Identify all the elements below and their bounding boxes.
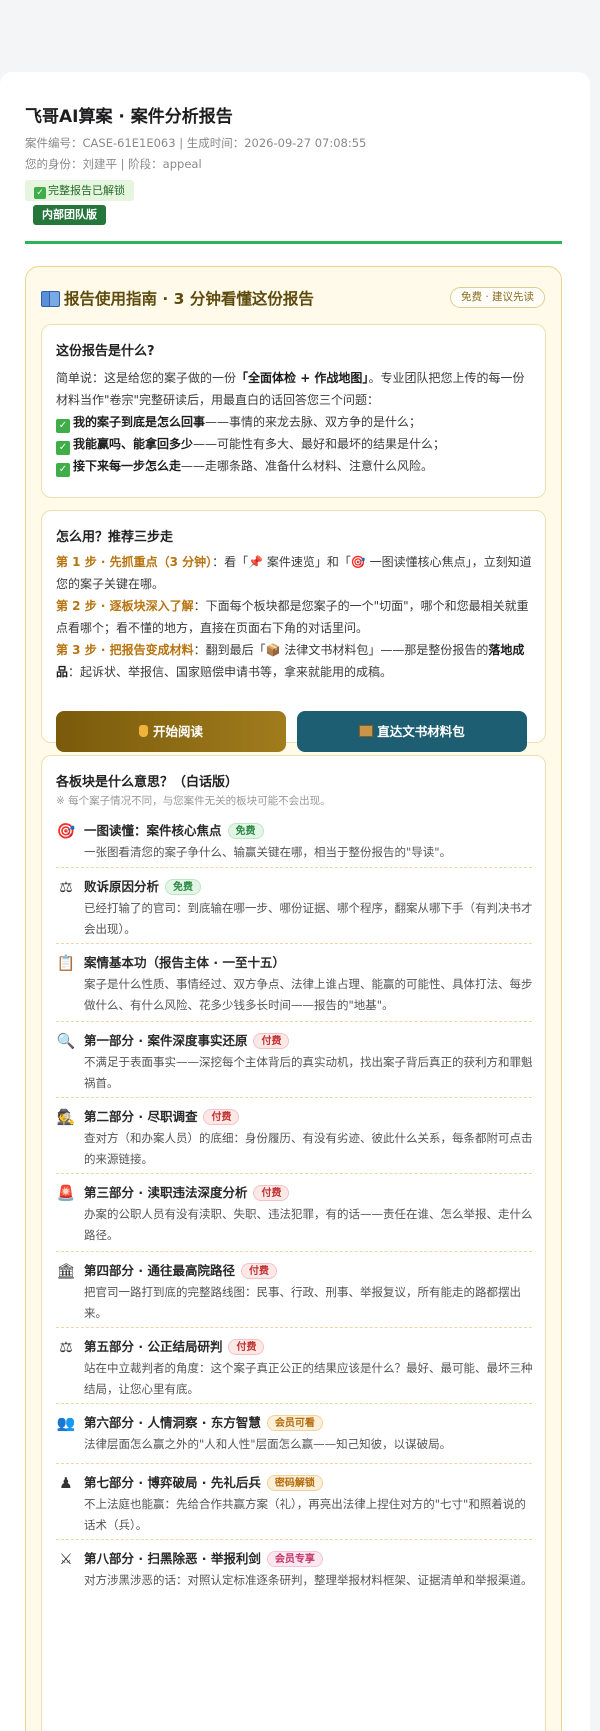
what-heading: 这份报告是什么? bbox=[56, 344, 155, 359]
sections-heading: 各板块是什么意思？（白话版） bbox=[56, 775, 239, 790]
section-divider bbox=[56, 943, 532, 944]
scales-icon: ⚖ bbox=[59, 1338, 73, 1356]
sections-box: 各板块是什么意思？（白话版） ※ 每个案子情况不同，与您案件无关的板块可能不会出… bbox=[41, 755, 546, 1731]
question-2: ✓ 我能赢吗、能拿回多少——可能性有多大、最好和最坏的结果是什么； bbox=[56, 433, 536, 455]
section-divider bbox=[56, 1463, 532, 1464]
target-icon: 🎯 bbox=[56, 822, 76, 840]
section-tag: 会员可看 bbox=[266, 1415, 323, 1431]
section-divider bbox=[56, 1327, 532, 1328]
step-3: 第 3 步 · 把报告变成材料：翻到最后「📦 法律文书材料包」——那是整份报告的… bbox=[56, 643, 525, 679]
section-description: 查对方（和办案人员）的底细：身份履历、有没有劣迹、彼此什么关系，每条都附可点击的… bbox=[84, 1131, 533, 1166]
section-tag: 密码解锁 bbox=[266, 1475, 323, 1491]
section-title: 第四部分 · 通往最高院路径 付费 bbox=[84, 1260, 277, 1279]
magnifier-icon: 🔍 bbox=[56, 1032, 76, 1050]
report-card: 飞哥AI算案 · 案件分析报告 案件编号：CASE-61E1E063 | 生成时… bbox=[0, 72, 590, 1731]
section-description: 站在中立裁判者的角度：这个案子真正公正的结果应该是什么？最好、最可能、最坏三种结… bbox=[84, 1361, 533, 1396]
section-title: 案情基本功（报告主体 · 一至十五） bbox=[84, 955, 285, 970]
sections-note: ※ 每个案子情况不同，与您案件无关的板块可能不会出现。 bbox=[56, 795, 331, 807]
section-description: 把官司一路打到底的完整路线图：民事、行政、刑事、举报复议，所有能走的路都摆出来。 bbox=[84, 1285, 521, 1320]
section-title: 第三部分 · 渎职违法深度分析 付费 bbox=[84, 1182, 290, 1201]
section-tag: 免费 bbox=[165, 879, 202, 895]
divider bbox=[25, 241, 562, 244]
section-tag: 会员专享 bbox=[266, 1551, 323, 1567]
section-divider bbox=[56, 1173, 532, 1174]
section-tag: 付费 bbox=[228, 1339, 265, 1355]
section-description: 案子是什么性质、事情经过、双方争点、法律上谁占理、能赢的可能性、具体打法、每步做… bbox=[84, 977, 533, 1012]
question-1: ✓ 我的案子到底是怎么回事——事情的来龙去脉、双方争的是什么； bbox=[56, 411, 536, 433]
section-divider bbox=[56, 1403, 532, 1404]
section-tag: 付费 bbox=[253, 1185, 290, 1201]
section-title: 第二部分 · 尽职调查 付费 bbox=[84, 1106, 240, 1125]
what-is-box: 这份报告是什么? 简单说：这是给您的案子做的一份「全面体检 + 作战地图」。专业… bbox=[41, 324, 546, 498]
check-icon: ✓ bbox=[56, 463, 70, 477]
check-icon: ✓ bbox=[56, 419, 70, 433]
section-description: 不上法庭也能赢：先给合作共赢方案（礼），再亮出法律上捏住对方的"七寸"和照着说的… bbox=[84, 1497, 526, 1532]
section-divider bbox=[56, 1539, 532, 1540]
pointing-hand-icon bbox=[138, 725, 148, 737]
section-divider bbox=[56, 1251, 532, 1252]
how-heading: 怎么用？推荐三步走 bbox=[56, 530, 174, 545]
free-badge: 免费 · 建议先读 bbox=[449, 287, 545, 308]
section-title: 第五部分 · 公正结局研判 付费 bbox=[84, 1336, 265, 1355]
siren-icon: 🚨 bbox=[56, 1184, 76, 1202]
package-icon bbox=[359, 725, 374, 737]
section-title: 第七部分 · 博弈破局 · 先礼后兵 密码解锁 bbox=[84, 1472, 323, 1491]
detective-icon: 🕵 bbox=[56, 1108, 76, 1126]
section-tag: 付费 bbox=[203, 1109, 240, 1125]
identity-meta: 您的身份：刘建平 | 阶段：appeal bbox=[25, 157, 202, 171]
case-meta: 案件编号：CASE-61E1E063 | 生成时间：2026-09-27 07:… bbox=[25, 136, 367, 150]
section-description: 办案的公职人员有没有渎职、失职、违法犯罪，有的话——责任在谁、怎么举报、走什么路… bbox=[84, 1207, 533, 1242]
section-title: 第六部分 · 人情洞察 · 东方智慧 会员可看 bbox=[84, 1412, 323, 1431]
step-1: 第 1 步 · 先抓重点（3 分钟）：看「📌 案件速览」和「🎯 一图读懂核心焦点… bbox=[56, 555, 532, 591]
start-reading-button[interactable]: 开始阅读 bbox=[56, 711, 286, 752]
scales-icon: ⚖ bbox=[59, 878, 73, 896]
report-title: 飞哥AI算案 · 案件分析报告 bbox=[25, 107, 233, 127]
section-title: 一图读懂：案件核心焦点 免费 bbox=[84, 820, 264, 839]
step-2: 第 2 步 · 逐板块深入了解：下面每个板块都是您案子的一个"切面"，哪个和您最… bbox=[56, 599, 529, 635]
section-description: 不满足于表面事实——深挖每个主体背后的真实动机，找出案子背后真正的获利方和罪魁祸… bbox=[84, 1055, 533, 1090]
guide-title: 报告使用指南 · 3 分钟看懂这份报告 bbox=[41, 287, 314, 309]
what-intro: 简单说：这是给您的案子做的一份「全面体检 + 作战地图」。专业团队把您上传的每一… bbox=[56, 371, 525, 407]
courthouse-icon: 🏛 bbox=[56, 1262, 76, 1280]
people-icon: 👥 bbox=[56, 1414, 76, 1432]
check-icon: ✓ bbox=[34, 187, 46, 199]
section-description: 已经打输了的官司：到底输在哪一步、哪份证据、哪个程序，翻案从哪下手（有判决书才会… bbox=[84, 901, 533, 936]
section-description: 一张图看清您的案子争什么、输赢关键在哪，相当于整份报告的"导读"。 bbox=[84, 845, 452, 859]
swords-icon: ⚔ bbox=[59, 1550, 73, 1568]
check-icon: ✓ bbox=[56, 441, 70, 455]
section-title: 败诉原因分析 免费 bbox=[84, 876, 202, 895]
unlock-badge: ✓ 完整报告已解锁 bbox=[25, 180, 134, 201]
section-tag: 付费 bbox=[240, 1263, 277, 1279]
section-title: 第一部分 · 案件深度事实还原 付费 bbox=[84, 1030, 290, 1049]
section-title: 第八部分 · 扫黑除恶 · 举报利剑 会员专享 bbox=[84, 1548, 323, 1567]
section-divider bbox=[56, 1097, 532, 1098]
section-divider bbox=[56, 867, 532, 868]
team-badge: 内部团队版 bbox=[33, 205, 106, 225]
section-divider bbox=[56, 1021, 532, 1022]
document-package-button[interactable]: 直达文书材料包 bbox=[297, 711, 527, 752]
guide-panel: 报告使用指南 · 3 分钟看懂这份报告 免费 · 建议先读 这份报告是什么? 简… bbox=[25, 266, 562, 1731]
book-icon bbox=[41, 291, 60, 307]
how-to-box: 怎么用？推荐三步走 第 1 步 · 先抓重点（3 分钟）：看「📌 案件速览」和「… bbox=[41, 510, 546, 752]
section-tag: 免费 bbox=[227, 823, 264, 839]
clipboard-icon: 📋 bbox=[56, 954, 76, 972]
section-description: 对方涉黑涉恶的话：对照认定标准逐条研判，整理举报材料框架、证据清单和举报渠道。 bbox=[84, 1573, 533, 1587]
section-tag: 付费 bbox=[253, 1033, 290, 1049]
question-3: ✓ 接下来每一步怎么走——走哪条路、准备什么材料、注意什么风险。 bbox=[56, 455, 536, 477]
chess-pawn-icon: ♟ bbox=[59, 1474, 73, 1492]
section-description: 法律层面怎么赢之外的"人和人性"层面怎么赢——知己知彼，以谋破局。 bbox=[84, 1437, 452, 1451]
